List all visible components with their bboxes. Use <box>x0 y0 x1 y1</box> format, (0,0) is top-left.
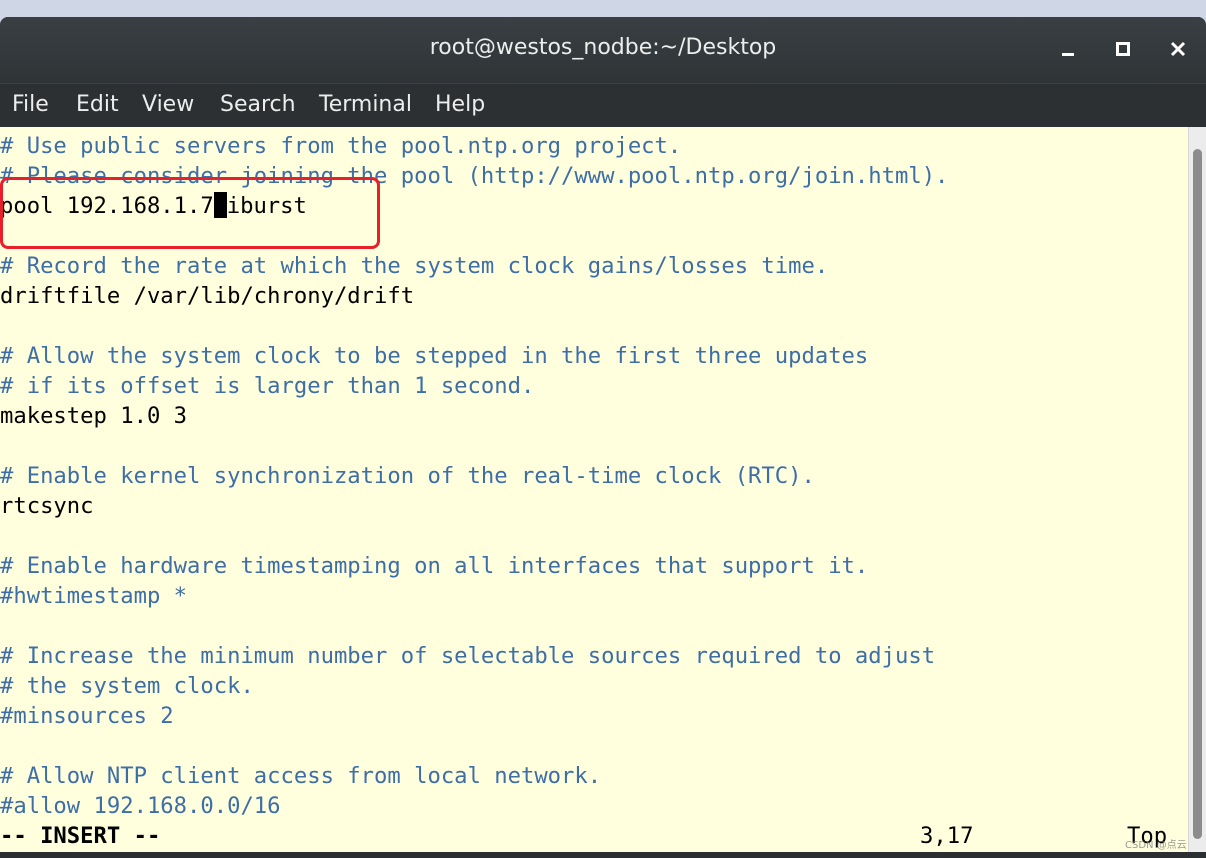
title-bar[interactable]: root@westos_nodbe:~/Desktop <box>0 17 1206 83</box>
menu-view[interactable]: View <box>140 84 196 128</box>
editor-line-18: # Increase the minimum number of selecta… <box>0 643 936 669</box>
editor-line-19: # the system clock. <box>0 673 254 699</box>
editor-line-1: # Use public servers from the pool.ntp.o… <box>0 133 682 159</box>
minimize-button[interactable] <box>1050 31 1086 67</box>
menu-help[interactable]: Help <box>433 84 487 128</box>
menu-search[interactable]: Search <box>218 84 298 128</box>
close-icon <box>1170 41 1186 57</box>
vertical-scrollbar[interactable] <box>1188 127 1206 852</box>
maximize-icon <box>1116 42 1130 56</box>
menu-terminal[interactable]: Terminal <box>317 84 414 128</box>
editor-line-22: # Allow NTP client access from local net… <box>0 763 602 789</box>
menu-file[interactable]: File <box>10 84 51 128</box>
editor-line-16: #hwtimestamp * <box>0 583 188 609</box>
minimize-icon <box>1062 53 1074 56</box>
scrollbar-thumb[interactable] <box>1193 149 1202 839</box>
editor-line-12: # Enable kernel synchronization of the r… <box>0 463 815 489</box>
menu-edit[interactable]: Edit <box>74 84 121 128</box>
editor-line-5: # Record the rate at which the system cl… <box>0 253 829 279</box>
window-bottom-edge <box>0 852 1206 858</box>
cursor-position: 3,17 <box>920 823 974 849</box>
editor-line-6: driftfile /var/lib/chrony/drift <box>0 283 415 309</box>
watermark: CSDN @点云 <box>1125 840 1187 851</box>
terminal-window: root@westos_nodbe:~/Desktop File Edit Vi… <box>0 17 1206 858</box>
editor-line-8: # Allow the system clock to be stepped i… <box>0 343 869 369</box>
editor-line-10: makestep 1.0 3 <box>0 403 188 429</box>
menu-bar: File Edit View Search Terminal Help <box>0 83 1206 128</box>
close-button[interactable] <box>1160 31 1196 67</box>
window-title: root@westos_nodbe:~/Desktop <box>429 35 777 60</box>
highlight-annotation-box <box>0 177 380 249</box>
maximize-button[interactable] <box>1105 31 1141 67</box>
editor-line-15: # Enable hardware timestamping on all in… <box>0 553 869 579</box>
editor-line-23: #allow 192.168.0.0/16 <box>0 793 281 819</box>
editor-line-13: rtcsync <box>0 493 94 519</box>
terminal-content[interactable]: # Use public servers from the pool.ntp.o… <box>0 127 1188 852</box>
editor-line-20: #minsources 2 <box>0 703 174 729</box>
editor-line-9: # if its offset is larger than 1 second. <box>0 373 535 399</box>
vim-mode-indicator: -- INSERT -- <box>0 823 161 849</box>
